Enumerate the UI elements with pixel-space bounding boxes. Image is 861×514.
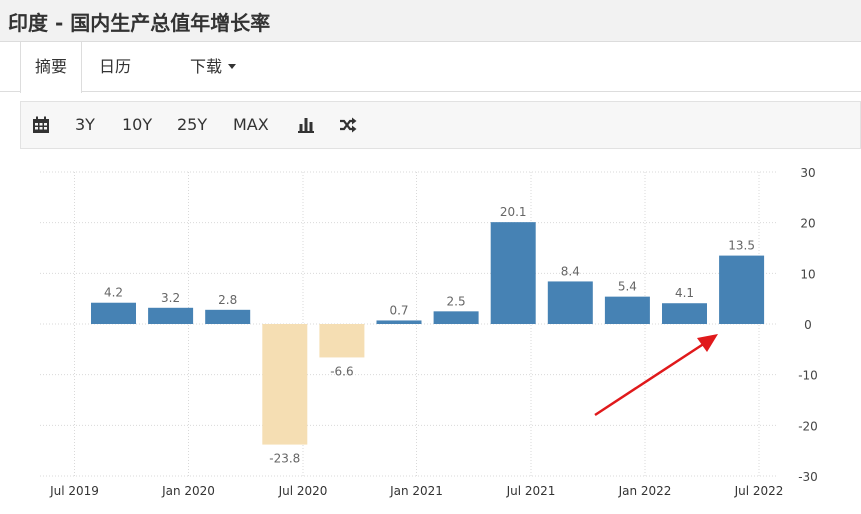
y-tick-label: -10 — [798, 369, 818, 383]
bar[interactable] — [91, 302, 136, 324]
page-title: 印度 - 国内生产总值年增长率 — [8, 11, 271, 35]
shuffle-icon[interactable] — [339, 116, 357, 134]
x-tick-label: Jul 2019 — [49, 484, 99, 498]
data-label: 0.7 — [389, 303, 408, 317]
data-label: 5.4 — [618, 280, 637, 294]
tab-download-label: 下载 — [190, 57, 223, 76]
y-tick-label: 0 — [804, 318, 812, 332]
chart-toolbar: 3Y 10Y 25Y MAX — [20, 101, 861, 149]
bar[interactable] — [662, 303, 707, 324]
bar[interactable] — [433, 311, 479, 324]
data-label: 3.2 — [161, 291, 180, 305]
x-tick-label: Jul 2022 — [734, 484, 784, 498]
tab-download[interactable]: 下载 — [190, 42, 237, 92]
data-label: -6.6 — [330, 364, 353, 378]
range-25y-button[interactable]: 25Y — [177, 102, 207, 148]
data-label: 8.4 — [561, 264, 580, 278]
chart-container: 30 20 10 0 -10 -20 -30 Jul 2019 Jan 2020 Jul 2020… — [20, 150, 861, 514]
y-tick-label: 30 — [800, 166, 815, 180]
x-tick-label: Jan 2022 — [618, 484, 672, 498]
bar[interactable] — [376, 320, 422, 324]
bar[interactable] — [148, 307, 194, 324]
calendar-icon[interactable] — [32, 116, 50, 134]
data-label: 20.1 — [500, 205, 527, 219]
tab-calendar[interactable]: 日历 — [99, 42, 131, 92]
annotation-arrow-head — [697, 334, 718, 352]
range-10y-button[interactable]: 10Y — [122, 102, 152, 148]
bar[interactable] — [319, 324, 365, 358]
x-tick-label: Jan 2021 — [389, 484, 443, 498]
data-label: 13.5 — [728, 239, 755, 253]
y-tick-label: 10 — [800, 267, 815, 281]
y-tick-label: -30 — [798, 470, 818, 484]
gdp-growth-bar-chart: 30 20 10 0 -10 -20 -30 Jul 2019 Jan 2020 Jul 2020… — [40, 166, 818, 498]
annotation-arrow-shaft — [594, 341, 706, 417]
bar-chart-icon[interactable] — [297, 116, 315, 134]
caret-down-icon — [228, 64, 237, 69]
x-tick-label: Jul 2021 — [506, 484, 556, 498]
bar[interactable] — [604, 296, 650, 324]
bar[interactable] — [262, 324, 308, 445]
x-tick-label: Jan 2020 — [161, 484, 215, 498]
data-label: 4.2 — [104, 286, 123, 300]
bar[interactable] — [547, 281, 593, 324]
tab-summary[interactable]: 摘要 — [20, 42, 82, 93]
range-3y-button[interactable]: 3Y — [75, 102, 95, 148]
title-bar: 印度 - 国内生产总值年增长率 — [0, 0, 861, 42]
y-tick-label: 20 — [800, 217, 815, 231]
y-tick-label: -20 — [798, 419, 818, 433]
data-label: -23.8 — [269, 452, 300, 466]
data-label: 4.1 — [675, 286, 694, 300]
range-max-button[interactable]: MAX — [233, 102, 269, 148]
bar[interactable] — [719, 255, 765, 324]
data-label: 2.5 — [447, 294, 466, 308]
bar[interactable] — [205, 309, 251, 324]
bar[interactable] — [490, 222, 536, 324]
tab-bar: 摘要 日历 下载 — [0, 42, 861, 93]
x-tick-label: Jul 2020 — [278, 484, 328, 498]
data-label: 2.8 — [218, 293, 237, 307]
